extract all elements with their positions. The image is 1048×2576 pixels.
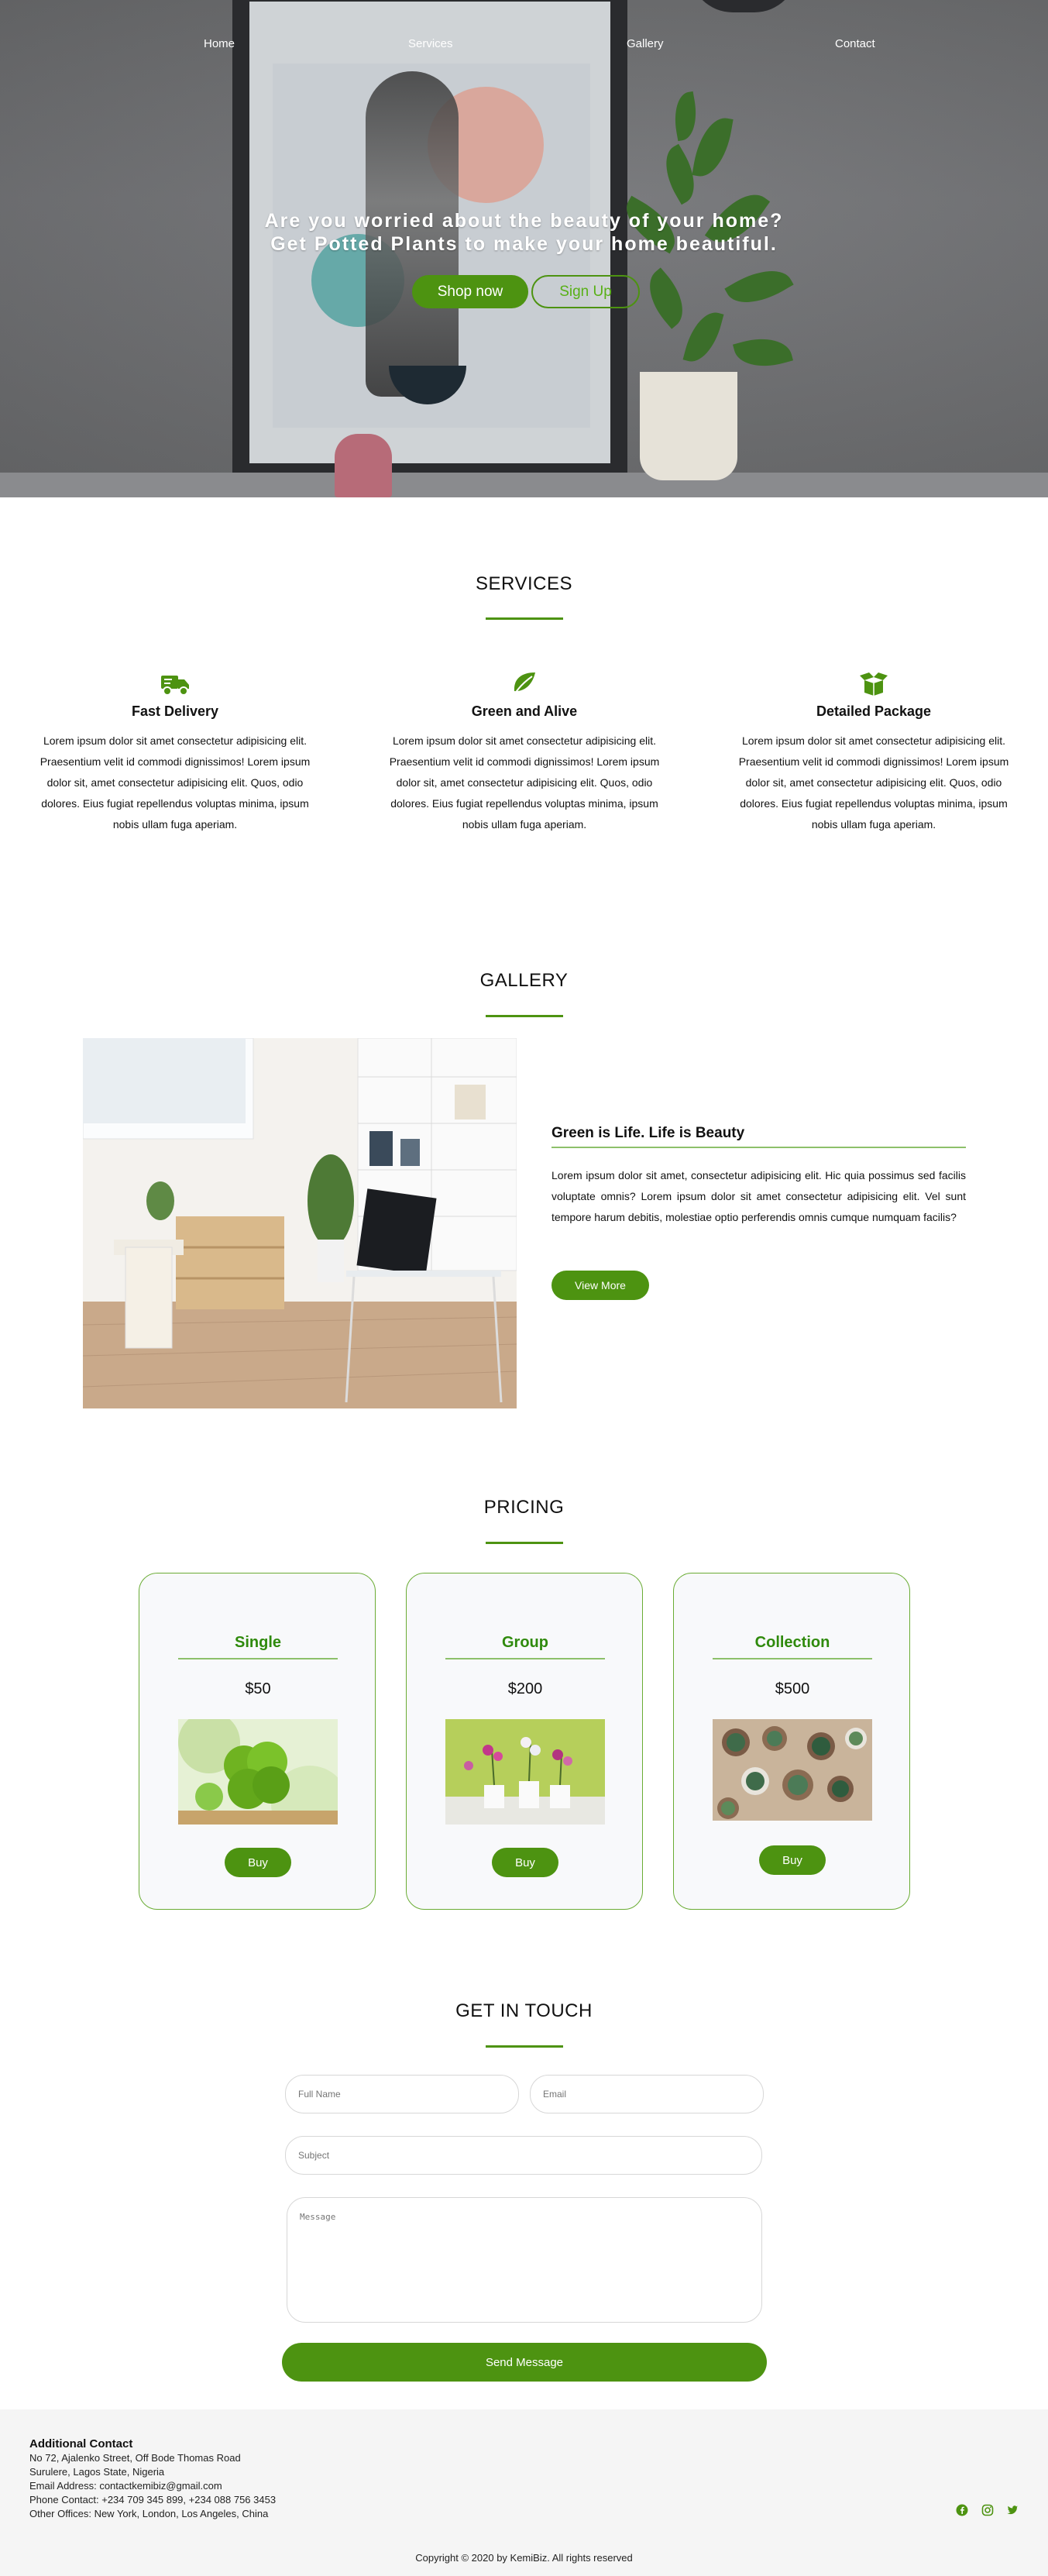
- hero-line-2: Get Potted Plants to make your home beau…: [270, 233, 778, 255]
- footer-address-line-2: Surulere, Lagos State, Nigeria: [29, 2466, 165, 2478]
- twitter-icon[interactable]: [1006, 2504, 1019, 2516]
- hero-banner: Home Services Gallery Contact Are you wo…: [0, 0, 1048, 497]
- instagram-icon[interactable]: [981, 2504, 994, 2516]
- service-fast-delivery: Fast Delivery Lorem ipsum dolor sit amet…: [40, 671, 311, 835]
- nav-home[interactable]: Home: [204, 37, 235, 50]
- hero-line-1: Are you worried about the beauty of your…: [264, 210, 784, 232]
- buy-button[interactable]: Buy: [759, 1845, 826, 1875]
- pricing-title: PRICING: [483, 1497, 565, 1518]
- hero-headline: Are you worried about the beauty of your…: [0, 209, 1048, 256]
- plan-name: Group: [445, 1634, 605, 1659]
- shelf-surface: [0, 473, 1048, 497]
- shop-now-button[interactable]: Shop now: [412, 275, 528, 308]
- subject-input[interactable]: [285, 2136, 762, 2175]
- buy-button[interactable]: Buy: [225, 1848, 291, 1877]
- footer: Additional Contact No 72, Ajalenko Stree…: [0, 2409, 1048, 2576]
- copyright: Copyright © 2020 by KemiBiz. All rights …: [415, 2552, 633, 2564]
- service-description: Lorem ipsum dolor sit amet consectetur a…: [40, 734, 311, 831]
- footer-heading: Additional Contact: [29, 2437, 133, 2450]
- sign-up-button[interactable]: Sign Up: [531, 275, 640, 308]
- buy-button[interactable]: Buy: [492, 1848, 558, 1877]
- service-title: Green and Alive: [471, 703, 578, 719]
- footer-offices: Other Offices: New York, London, Los Ang…: [29, 2508, 269, 2519]
- contact-title: GET IN TOUCH: [455, 2000, 593, 2021]
- vase-image: [335, 434, 392, 497]
- nav-contact[interactable]: Contact: [835, 37, 875, 50]
- leaf-icon: [513, 672, 535, 696]
- gallery-underline: [486, 1015, 563, 1017]
- view-more-button[interactable]: View More: [551, 1271, 649, 1300]
- plan-price: $500: [775, 1680, 810, 1697]
- hero-buttons: Shop now Sign Up: [412, 275, 644, 309]
- orchids-image: [445, 1719, 605, 1825]
- nav-gallery[interactable]: Gallery: [627, 37, 664, 50]
- main-nav: Home Services Gallery Contact: [0, 37, 1048, 56]
- social-links: [947, 2504, 1019, 2520]
- footer-address-line-1: No 72, Ajalenko Street, Off Bode Thomas …: [29, 2452, 241, 2464]
- service-title: Fast Delivery: [131, 703, 219, 719]
- footer-phone: Phone Contact: +234 709 345 899, +234 08…: [29, 2494, 277, 2505]
- services-underline: [486, 617, 563, 620]
- gallery-description: Green is Life. Life is Beauty Lorem ipsu…: [551, 1125, 966, 1300]
- clover-image: [178, 1719, 338, 1825]
- pricing-underline: [486, 1542, 563, 1544]
- service-description: Lorem ipsum dolor sit amet consectetur a…: [389, 734, 660, 831]
- contact-underline: [486, 2045, 563, 2048]
- plan-name: Collection: [713, 1634, 872, 1659]
- footer-email: Email Address: contactkemibiz@gmail.com: [29, 2480, 222, 2492]
- succulent-collection-image: [713, 1719, 872, 1821]
- plan-name: Single: [178, 1634, 338, 1659]
- send-message-button[interactable]: Send Message: [282, 2343, 767, 2382]
- gallery-title: GALLERY: [479, 970, 569, 991]
- truck-icon: [161, 676, 189, 696]
- service-title: Detailed Package: [816, 703, 932, 719]
- additional-contact: Additional Contact No 72, Ajalenko Stree…: [29, 2437, 276, 2521]
- pricing-card-group: Group $200 Buy: [406, 1573, 643, 1910]
- nav-services[interactable]: Services: [408, 37, 453, 50]
- services-title: SERVICES: [476, 573, 572, 594]
- room-interior-image: [83, 1038, 517, 1408]
- plan-price: $200: [507, 1680, 543, 1697]
- service-green-alive: Green and Alive Lorem ipsum dolor sit am…: [389, 671, 660, 835]
- gallery-heading: Green is Life. Life is Beauty: [551, 1125, 966, 1148]
- service-detailed-package: Detailed Package Lorem ipsum dolor sit a…: [738, 671, 1009, 835]
- service-description: Lorem ipsum dolor sit amet consectetur a…: [738, 734, 1009, 831]
- email-input[interactable]: [530, 2075, 764, 2113]
- full-name-input[interactable]: [285, 2075, 519, 2113]
- plan-price: $50: [245, 1680, 271, 1697]
- gallery-paragraph: Lorem ipsum dolor sit amet, consectetur …: [551, 1169, 966, 1223]
- message-textarea[interactable]: [287, 2197, 762, 2323]
- facebook-icon[interactable]: [956, 2504, 968, 2516]
- pricing-card-collection: Collection $500 Buy: [673, 1573, 910, 1910]
- box-open-icon: [860, 672, 888, 696]
- pricing-card-single: Single $50 Buy: [139, 1573, 376, 1910]
